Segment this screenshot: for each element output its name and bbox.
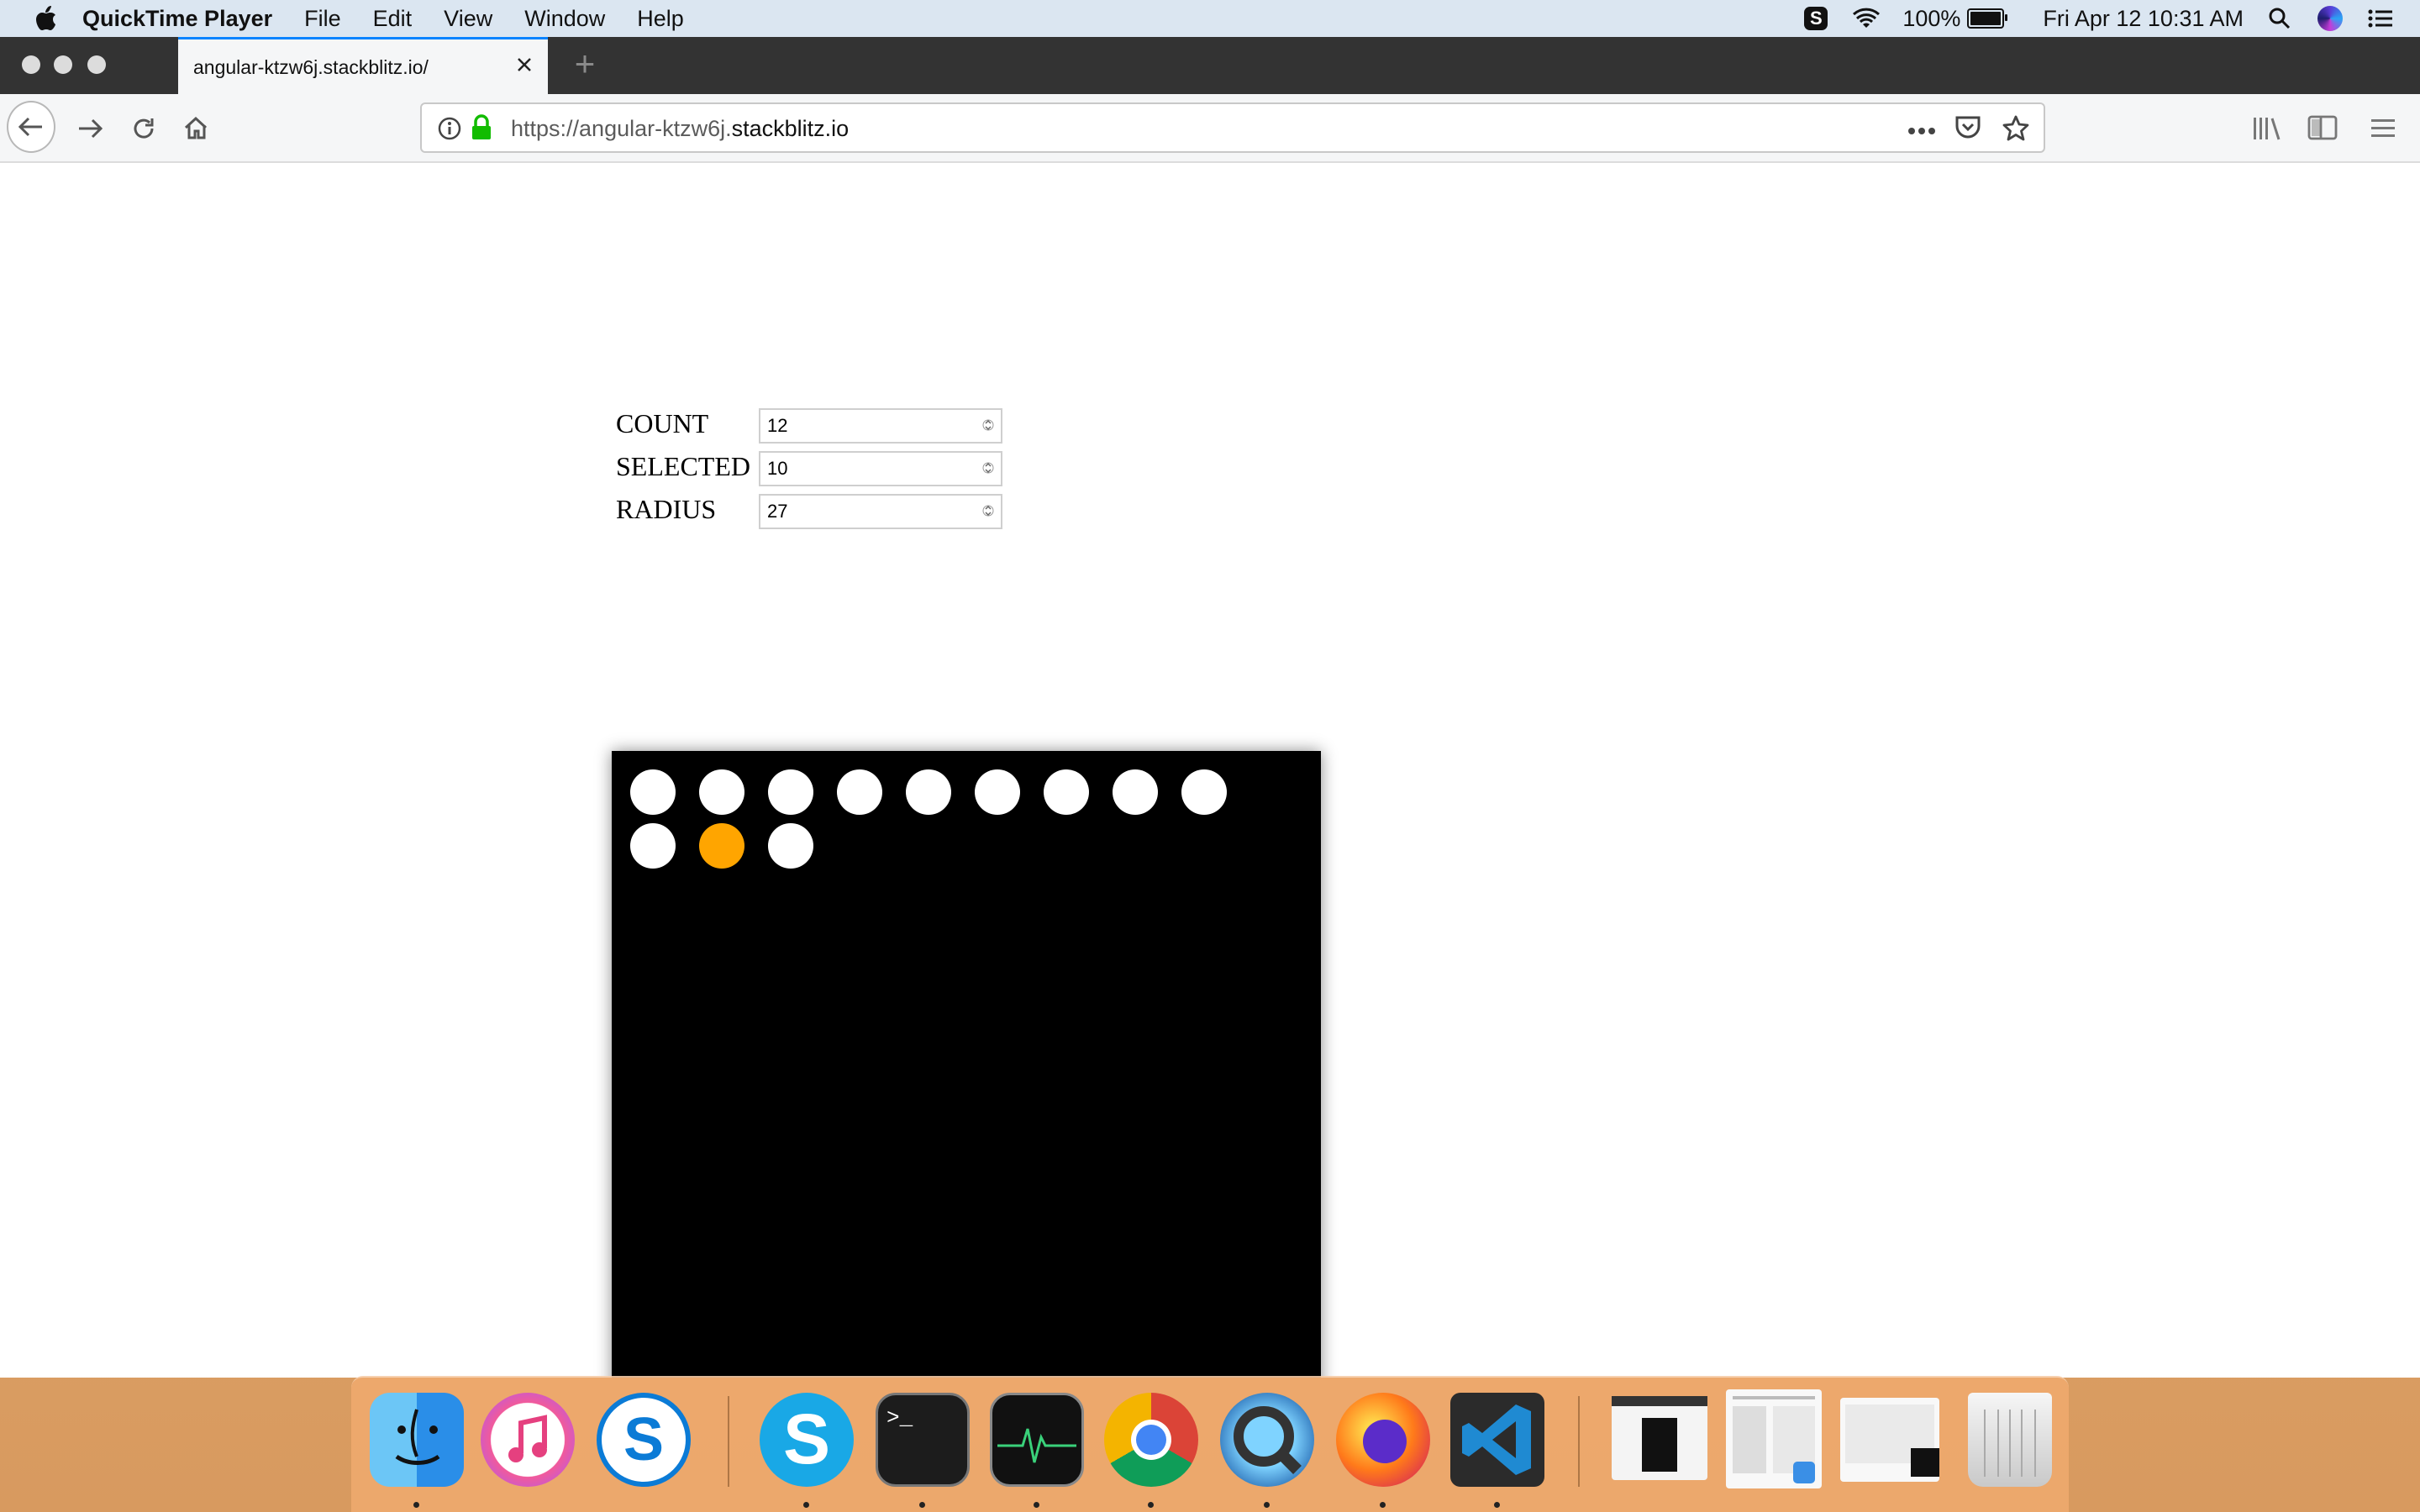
dock-separator <box>728 1396 729 1487</box>
home-button[interactable] <box>171 104 220 153</box>
home-icon <box>184 116 208 139</box>
itunes-icon[interactable] <box>481 1393 575 1487</box>
skype-icon[interactable]: S <box>597 1393 691 1487</box>
url-host: stackblitz.io <box>731 116 850 141</box>
siri-icon[interactable] <box>2316 4 2344 33</box>
tab-title: angular-ktzw6j.stackblitz.io/ <box>193 56 429 78</box>
dot-board[interactable] <box>612 751 1321 1378</box>
browser-window: angular-ktzw6j.stackblitz.io/ + https://… <box>0 37 2420 1378</box>
running-indicator <box>1148 1502 1154 1508</box>
running-indicator <box>803 1502 809 1508</box>
notification-center-icon[interactable] <box>2366 4 2395 33</box>
lock-icon[interactable] <box>471 114 492 145</box>
radius-stepper-icon[interactable] <box>982 501 994 521</box>
svg-text:S: S <box>783 1399 830 1478</box>
hamburger-menu-icon[interactable] <box>2370 114 2396 145</box>
radius-label: RADIUS <box>616 494 717 524</box>
close-window-button[interactable] <box>22 55 40 74</box>
info-icon[interactable] <box>437 116 462 145</box>
clock[interactable]: Fri Apr 12 10:31 AM <box>2043 6 2244 32</box>
trash-icon[interactable] <box>1968 1393 2052 1487</box>
window-thumbnail-icon[interactable] <box>1612 1396 1707 1480</box>
apple-menu-icon[interactable] <box>35 6 57 31</box>
dot[interactable] <box>837 769 882 815</box>
svg-text:>_: >_ <box>886 1405 913 1431</box>
page-actions-icon[interactable] <box>1907 124 1936 139</box>
spotlight-search-icon[interactable] <box>2265 4 2294 33</box>
running-indicator <box>1380 1502 1386 1508</box>
battery-icon <box>1967 8 2008 29</box>
firefox-icon[interactable] <box>1336 1393 1430 1487</box>
dock: S S >_ <box>351 1376 2069 1512</box>
dot[interactable] <box>906 769 951 815</box>
finder-icon[interactable] <box>370 1393 464 1487</box>
dot[interactable] <box>1044 769 1089 815</box>
selected-dot[interactable] <box>699 823 744 869</box>
window-thumbnail-icon[interactable] <box>1840 1398 1939 1482</box>
menu-window[interactable]: Window <box>524 6 605 32</box>
minimize-window-button[interactable] <box>54 55 72 74</box>
skype-icon[interactable]: S <box>760 1393 854 1487</box>
radius-input[interactable] <box>759 494 1002 529</box>
bookmark-star-icon[interactable] <box>2002 114 2030 147</box>
running-indicator <box>1034 1502 1039 1508</box>
dot[interactable] <box>768 769 813 815</box>
chrome-icon[interactable] <box>1104 1393 1198 1487</box>
url-bar[interactable]: https://angular-ktzw6j.stackblitz.io <box>420 102 2045 153</box>
running-indicator <box>1264 1502 1270 1508</box>
dock-separator <box>1578 1396 1580 1487</box>
reload-button[interactable] <box>119 104 168 153</box>
selected-input[interactable] <box>759 451 1002 486</box>
menu-bar: QuickTime Player File Edit View Window H… <box>0 0 2420 37</box>
menu-view[interactable]: View <box>444 6 492 32</box>
tab-close-icon[interactable] <box>509 50 539 80</box>
running-indicator <box>413 1502 419 1508</box>
wifi-icon[interactable] <box>1852 4 1881 33</box>
zoom-window-button[interactable] <box>87 55 106 74</box>
running-indicator <box>919 1502 925 1508</box>
skype-status-icon[interactable]: S <box>1802 4 1830 33</box>
running-indicator <box>1494 1502 1500 1508</box>
menu-file[interactable]: File <box>304 6 341 32</box>
url-text[interactable]: https://angular-ktzw6j.stackblitz.io <box>511 116 849 142</box>
dot[interactable] <box>630 823 676 869</box>
selected-label: SELECTED <box>616 451 750 481</box>
selected-stepper-icon[interactable] <box>982 458 994 478</box>
battery-percent: 100% <box>1902 5 1961 31</box>
window-thumbnail-icon[interactable] <box>1726 1389 1822 1488</box>
tab-bar: angular-ktzw6j.stackblitz.io/ + <box>0 37 2420 94</box>
back-arrow-icon <box>7 101 55 153</box>
terminal-icon[interactable]: >_ <box>876 1393 970 1487</box>
tab-active[interactable]: angular-ktzw6j.stackblitz.io/ <box>178 37 548 94</box>
new-tab-button[interactable]: + <box>568 46 602 81</box>
dot[interactable] <box>1113 769 1158 815</box>
dot[interactable] <box>975 769 1020 815</box>
dot[interactable] <box>1181 769 1227 815</box>
forward-button[interactable] <box>66 104 114 153</box>
pocket-icon[interactable] <box>1954 115 1981 144</box>
app-name-menu[interactable]: QuickTime Player <box>82 6 272 32</box>
reload-icon <box>134 118 154 139</box>
vscode-icon[interactable] <box>1450 1393 1544 1487</box>
activity-monitor-icon[interactable] <box>990 1393 1084 1487</box>
url-prefix: https://angular-ktzw6j. <box>511 116 732 141</box>
back-button[interactable] <box>7 101 55 153</box>
navigation-toolbar: https://angular-ktzw6j.stackblitz.io <box>0 94 2420 163</box>
sidebar-toggle-icon[interactable] <box>2307 114 2338 145</box>
dot[interactable] <box>630 769 676 815</box>
page-content: COUNT SELECTED RADIUS <box>0 163 2420 1378</box>
battery-status[interactable]: 100% <box>1902 5 2008 32</box>
menu-edit[interactable]: Edit <box>373 6 413 32</box>
forward-arrow-icon <box>79 118 103 139</box>
quicktime-icon[interactable] <box>1220 1393 1314 1487</box>
svg-text:S: S <box>623 1406 664 1473</box>
count-label: COUNT <box>616 408 709 438</box>
menu-help[interactable]: Help <box>637 6 684 32</box>
dot[interactable] <box>768 823 813 869</box>
library-icon[interactable] <box>2252 114 2282 145</box>
count-input[interactable] <box>759 408 1002 444</box>
count-stepper-icon[interactable] <box>982 415 994 435</box>
dot[interactable] <box>699 769 744 815</box>
